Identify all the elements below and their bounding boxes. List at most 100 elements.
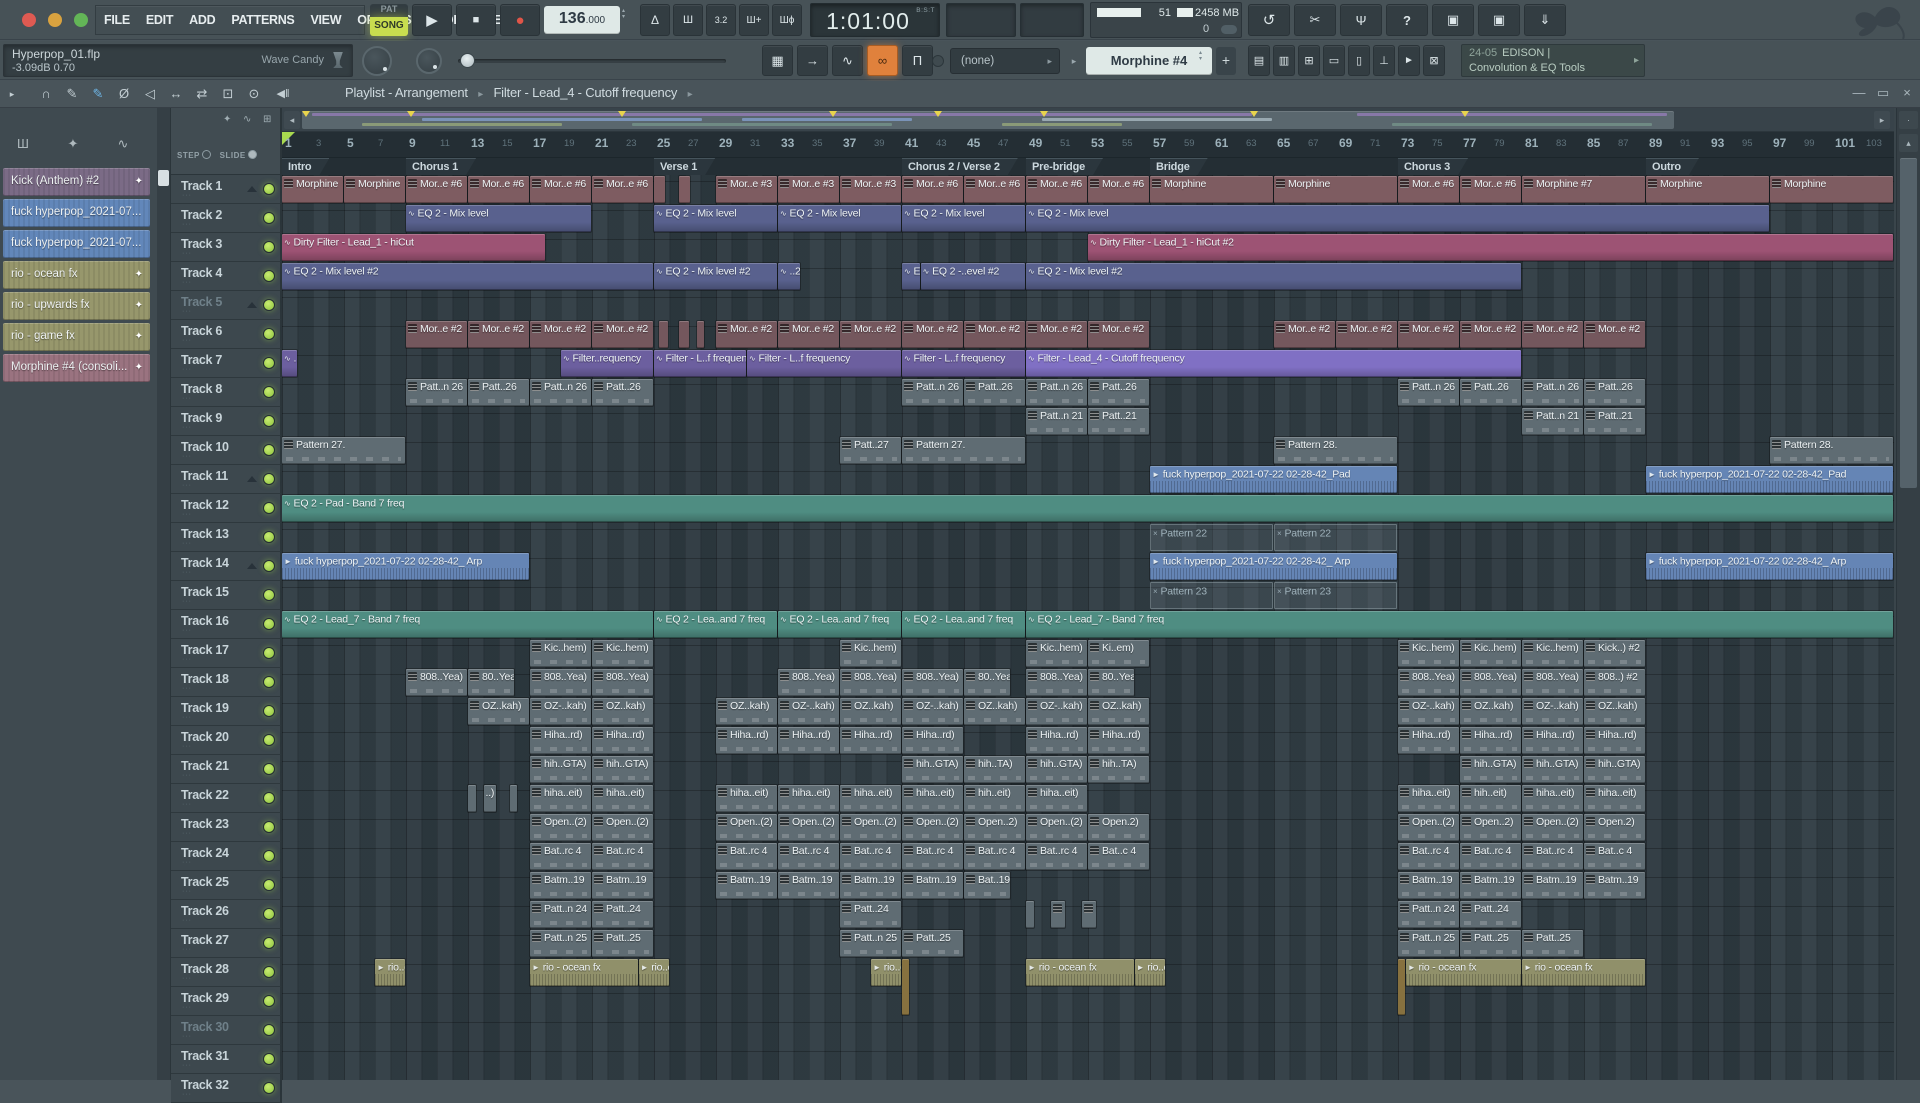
- track-led[interactable]: [263, 589, 275, 601]
- clip[interactable]: hiha..eit): [1397, 784, 1460, 813]
- mixer-window-button[interactable]: ▭: [1323, 45, 1345, 76]
- track-options-dots[interactable]: ···: [182, 772, 192, 779]
- tab-audio[interactable]: ✦: [58, 136, 88, 152]
- clip[interactable]: ► rio - ocean fx: [529, 958, 639, 987]
- track-led[interactable]: [263, 792, 275, 804]
- master-pitch-knob[interactable]: [416, 48, 442, 74]
- track-led[interactable]: [263, 386, 275, 398]
- clip[interactable]: ► rio - ocean fx: [1521, 958, 1646, 987]
- clip[interactable]: Batm..19: [839, 871, 902, 900]
- track-header[interactable]: Track 3 ···: [171, 233, 282, 262]
- track-header[interactable]: Track 32 ···: [171, 1074, 282, 1103]
- clip[interactable]: Pattern 27.: [282, 436, 406, 465]
- clip[interactable]: ∿..y: [282, 349, 298, 378]
- clip[interactable]: [1024, 900, 1036, 929]
- song-marker-chorus-3[interactable]: Chorus 3: [1398, 158, 1468, 175]
- track-header[interactable]: Track 8 ···: [171, 378, 282, 407]
- track-options-dots[interactable]: ···: [182, 801, 192, 808]
- clip[interactable]: hih..eit): [963, 784, 1026, 813]
- track-options-dots[interactable]: ···: [182, 859, 192, 866]
- clip[interactable]: 808..Yea): [529, 668, 592, 697]
- clip[interactable]: Patt..24: [1459, 900, 1522, 929]
- clip[interactable]: ∿ Dirty Filter - Lead_1 - hiCut #2: [1087, 233, 1894, 262]
- clip[interactable]: [1397, 958, 1406, 1016]
- clip[interactable]: hiha..eit): [591, 784, 654, 813]
- clip[interactable]: Morphine: [1769, 175, 1894, 204]
- track-options-dots[interactable]: ···: [182, 511, 192, 518]
- clip[interactable]: Patt..26: [1087, 378, 1150, 407]
- track-header[interactable]: Track 25 ···: [171, 871, 282, 900]
- browser-window-button[interactable]: ▯: [1348, 45, 1370, 76]
- clip[interactable]: OZ-..kah): [901, 697, 964, 726]
- clip[interactable]: Batm..19: [1459, 871, 1522, 900]
- pattern-prev-button[interactable]: ▸: [1066, 48, 1082, 74]
- clip[interactable]: Mor..e #2: [591, 320, 654, 349]
- clip[interactable]: Bat..rc 4: [1521, 842, 1584, 871]
- clip-source-item[interactable]: rio - upwards fx ✦: [3, 292, 150, 320]
- track-header[interactable]: Track 28 ···: [171, 958, 282, 987]
- clip[interactable]: Bat..rc 4: [963, 842, 1026, 871]
- clip[interactable]: ∿EQ: [901, 262, 921, 291]
- clip[interactable]: 808..Yea): [405, 668, 468, 697]
- clip[interactable]: OZ..kah): [839, 697, 902, 726]
- clip[interactable]: Mor..e #2: [963, 320, 1026, 349]
- track-led[interactable]: [263, 1053, 275, 1065]
- clip[interactable]: Patt..n 21: [1521, 407, 1584, 436]
- clip-source-item[interactable]: Kick (Anthem) #2 ✦: [3, 168, 150, 196]
- close-traffic-light[interactable]: [22, 13, 36, 27]
- clip[interactable]: 808..Yea): [839, 668, 902, 697]
- countdown-button[interactable]: 3.2: [706, 4, 736, 36]
- vertical-scrollbar[interactable]: · ▴: [1896, 108, 1920, 1080]
- clip[interactable]: Patt..27: [839, 436, 902, 465]
- clip[interactable]: hih..GTA): [1521, 755, 1584, 784]
- clip[interactable]: Pattern 28.: [1273, 436, 1398, 465]
- track-options-dots[interactable]: ···: [182, 395, 192, 402]
- clip[interactable]: ∿ EQ 2 - Mix level: [1025, 204, 1770, 233]
- clip[interactable]: Bat..rc 4: [777, 842, 840, 871]
- clip[interactable]: Patt..n 26: [405, 378, 468, 407]
- clip[interactable]: OZ..kah): [591, 697, 654, 726]
- track-options-dots[interactable]: ···: [182, 279, 192, 286]
- song-marker-bridge[interactable]: Bridge: [1150, 158, 1208, 175]
- clip[interactable]: 808..Yea): [777, 668, 840, 697]
- track-led[interactable]: [263, 1024, 275, 1036]
- piano-roll-window-button[interactable]: ▥: [1273, 45, 1295, 76]
- track-led[interactable]: [263, 357, 275, 369]
- clip[interactable]: ∿ EQ 2 - Lea..and 7 freq: [901, 610, 1026, 639]
- clip[interactable]: Hiha..rd): [1583, 726, 1646, 755]
- plugin-picker-button[interactable]: ⊥: [1373, 45, 1395, 76]
- track-options-dots[interactable]: ···: [182, 888, 192, 895]
- track-header[interactable]: Track 30 ···: [171, 1016, 282, 1045]
- clip[interactable]: hiha..eit): [777, 784, 840, 813]
- clip[interactable]: hih..GTA): [1459, 755, 1522, 784]
- clip[interactable]: ► fuck hyperpop_2021-07-22 02-28-42_Pad: [1645, 465, 1894, 494]
- clip[interactable]: Mor..e #3: [839, 175, 902, 204]
- clip[interactable]: Patt..n 26: [529, 378, 592, 407]
- clip[interactable]: hiha..eit): [715, 784, 778, 813]
- pattern-selector[interactable]: Morphine #4: [1086, 47, 1212, 75]
- slider-thumb[interactable]: [460, 53, 475, 68]
- clip[interactable]: Kic..hem): [1459, 639, 1522, 668]
- track-led[interactable]: [263, 241, 275, 253]
- clip[interactable]: OZ..kah): [963, 697, 1026, 726]
- clip[interactable]: [657, 320, 670, 349]
- minimize-traffic-light[interactable]: [48, 13, 62, 27]
- track-options-dots[interactable]: ···: [182, 192, 192, 199]
- clip[interactable]: Kic..hem): [1521, 639, 1584, 668]
- clip[interactable]: Morphine: [1149, 175, 1274, 204]
- clip[interactable]: Patt..n 25: [1397, 929, 1460, 958]
- clip-source-item[interactable]: fuck hyperpop_2021-07...: [3, 230, 150, 258]
- clip[interactable]: Patt..n 26: [1397, 378, 1460, 407]
- tab-patterns[interactable]: Ш: [8, 136, 38, 151]
- menu-edit[interactable]: EDIT: [138, 13, 181, 27]
- clip[interactable]: Open..(2): [591, 813, 654, 842]
- clip[interactable]: ►rio..ds fx: [637, 958, 670, 987]
- collapse-triangle-icon[interactable]: [247, 186, 257, 192]
- scroll-up-button[interactable]: ▴: [1899, 134, 1918, 152]
- tools-menu-button[interactable]: ►: [1398, 45, 1420, 76]
- track-led[interactable]: [263, 937, 275, 949]
- controller-selector[interactable]: (none) ▸: [950, 48, 1060, 74]
- clip[interactable]: Open..2): [1459, 813, 1522, 842]
- scroll-right-button[interactable]: ▸: [1874, 111, 1890, 129]
- clip[interactable]: OZ-..kah): [1521, 697, 1584, 726]
